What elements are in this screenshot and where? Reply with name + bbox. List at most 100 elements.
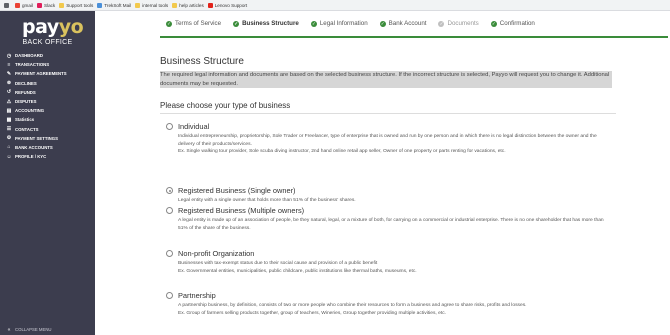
folder-icon (135, 2, 141, 8)
sidebar-menu: ◷ DASHBOARD ≡ TRANSACTIONS ✎ PAYMENT AGREEMEN… (6, 51, 67, 161)
radio-button[interactable] (166, 187, 173, 194)
sidebar-item-label: TRANSACTIONS (15, 62, 50, 68)
sidebar-item-label: DECLINES (15, 80, 37, 86)
bookmark-item[interactable]: Lenovo Support (207, 2, 248, 8)
collapse-icon: « (7, 326, 11, 333)
accounting-icon: ▤ (6, 107, 12, 114)
check-icon: ✓ (379, 20, 386, 27)
sidebar-item-label: DISPUTES (15, 99, 37, 105)
bookmark-item[interactable]: gmail (15, 2, 33, 8)
bookmark-label: internal tools (142, 2, 169, 8)
check-icon: ✓ (490, 20, 497, 27)
collapse-menu-label: COLLAPSE MENU (15, 327, 52, 332)
bank-icon: ⌂ (7, 144, 11, 151)
step-terms-of-service[interactable]: ✓ Terms of Service (166, 20, 221, 27)
profile-icon: ☺ (6, 153, 12, 160)
sidebar-item-label: PROFILE / KYC (15, 154, 47, 160)
payyo-logo[interactable]: payyo (22, 16, 84, 38)
radio-button[interactable] (166, 123, 173, 130)
option-description: Businesses with tax-exempt status due to… (178, 261, 417, 274)
sidebar-item-payment-settings[interactable]: ⚙ PAYMENT SETTINGS (6, 134, 67, 143)
page-title: Business Structure (160, 56, 244, 67)
option-title: Partnership (178, 291, 216, 300)
radio-button[interactable] (166, 292, 173, 299)
divider (160, 113, 616, 114)
radio-button[interactable] (166, 250, 173, 257)
sidebar-item-contacts[interactable]: ☰ CONTACTS (6, 125, 67, 134)
sidebar-item-label: PAYMENT AGREEMENTS (15, 71, 67, 77)
sidebar-item-label: CONTACTS (15, 126, 39, 132)
bookmark-item[interactable]: TrekSoft Mail (97, 2, 132, 8)
step-documents[interactable]: ✓ Documents (438, 20, 479, 27)
option-title: Non-profit Organization (178, 249, 255, 258)
sidebar-item-label: Statistics (15, 117, 35, 123)
bookmark-label: Lenovo Support (214, 2, 248, 8)
bookmark-label: help articles (179, 2, 204, 8)
logo-text: pay (22, 16, 59, 38)
step-business-structure[interactable]: ✓ Business Structure (233, 20, 299, 27)
step-label: Confirmation (499, 20, 535, 27)
slack-icon (36, 2, 42, 8)
sidebar-item-label: ACCOUNTING (15, 108, 45, 114)
check-icon: ✓ (166, 20, 172, 27)
logo-accent-text: yo (58, 16, 84, 38)
collapse-menu-button[interactable]: « COLLAPSE MENU (6, 326, 52, 333)
sidebar-item-label: BANK ACCOUNTS (15, 144, 53, 150)
onboarding-steps: ✓ Terms of Service ✓ Business Structure ✓ Leg… (160, 11, 668, 38)
check-icon: ✓ (233, 20, 240, 27)
dashboard-icon: ◷ (6, 52, 12, 59)
transactions-icon: ≡ (7, 61, 11, 68)
refunds-icon: ↺ (6, 89, 12, 96)
sidebar-item-disputes[interactable]: ⚠ DISPUTES (6, 97, 67, 106)
treksoft-icon (97, 2, 103, 8)
option-title: Individual (178, 122, 210, 131)
option-description: Legal entity with a single owner that ho… (178, 198, 356, 203)
sidebar-item-transactions[interactable]: ≡ TRANSACTIONS (6, 60, 67, 69)
check-icon: ✓ (310, 20, 317, 27)
step-label: Terms of Service (175, 20, 222, 27)
sidebar: payyo BACK OFFICE ◷ DASHBOARD ≡ TRANSACTION… (0, 11, 95, 335)
folder-icon (172, 2, 178, 8)
sidebar-item-accounting[interactable]: ▤ ACCOUNTING (6, 106, 67, 115)
sidebar-item-bank-accounts[interactable]: ⌂ BANK ACCOUNTS (6, 143, 67, 152)
bookmark-label: Support tools (66, 2, 94, 8)
declines-icon: ⊗ (6, 80, 12, 87)
sidebar-item-statistics[interactable]: ▦ Statistics (6, 115, 67, 124)
bookmark-item[interactable]: internal tools (135, 2, 169, 8)
option-description: A legal entity is made up of an associat… (178, 218, 604, 231)
step-label: Legal Information (319, 20, 368, 27)
sidebar-item-label: REFUNDS (15, 89, 36, 95)
sidebar-item-declines[interactable]: ⊗ DECLINES (6, 79, 67, 88)
gear-icon: ⚙ (6, 135, 12, 142)
pen-icon: ✎ (6, 70, 12, 77)
step-bank-account[interactable]: ✓ Bank Account (379, 20, 427, 27)
option-title: Registered Business (Single owner) (178, 186, 296, 195)
contacts-icon: ☰ (6, 126, 12, 133)
sidebar-item-profile-kyc[interactable]: ☺ PROFILE / KYC (6, 152, 67, 161)
section-heading: Please choose your type of business (160, 101, 291, 110)
sidebar-item-refunds[interactable]: ↺ REFUNDS (6, 88, 67, 97)
statistics-icon: ▦ (6, 116, 12, 123)
step-label: Business Structure (242, 20, 299, 27)
step-confirmation[interactable]: ✓ Confirmation (490, 20, 535, 27)
step-label: Bank Account (388, 20, 427, 27)
pending-check-icon: ✓ (438, 20, 445, 27)
sidebar-item-dashboard[interactable]: ◷ DASHBOARD (6, 51, 67, 60)
sidebar-item-payment-agreements[interactable]: ✎ PAYMENT AGREEMENTS (6, 69, 67, 78)
sidebar-item-label: DASHBOARD (15, 53, 43, 59)
bookmark-item[interactable]: help articles (172, 2, 204, 8)
back-office-title: BACK OFFICE (22, 39, 73, 46)
option-title: Registered Business (Multiple owners) (178, 206, 305, 215)
bookmark-item[interactable]: Slack (36, 2, 55, 8)
bookmark-label: TrekSoft Mail (104, 2, 132, 8)
bookmark-item[interactable]: Support tools (59, 2, 94, 8)
lenovo-icon (207, 2, 213, 8)
disputes-icon: ⚠ (6, 98, 12, 105)
bookmark-label: gmail (22, 2, 33, 8)
bookmark-item[interactable] (4, 2, 11, 8)
gmail-icon (15, 2, 20, 8)
apps-grid-icon (4, 2, 9, 8)
sidebar-item-label: PAYMENT SETTINGS (15, 135, 58, 141)
radio-button[interactable] (166, 207, 173, 214)
step-legal-information[interactable]: ✓ Legal Information (310, 20, 368, 27)
